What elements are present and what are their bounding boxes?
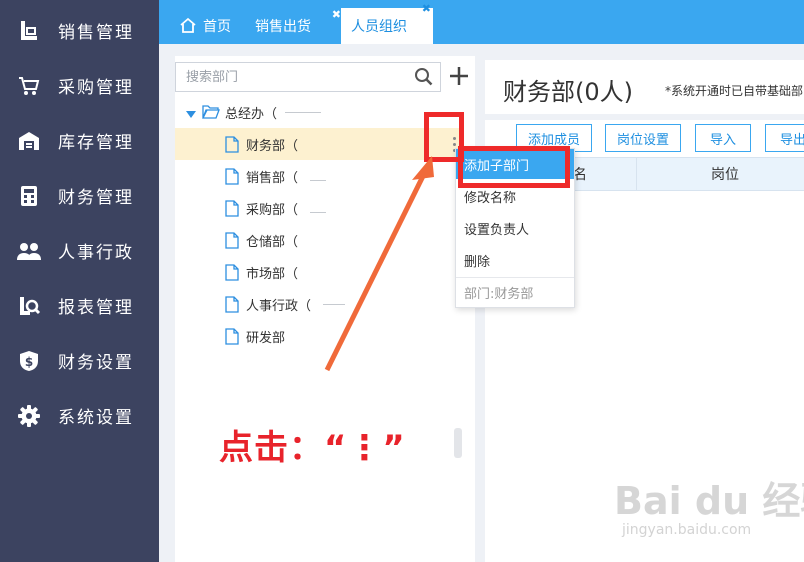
watermark-logo: Bai du 经验 jingyan.baidu.com <box>614 470 804 550</box>
watermark-main: Bai du 经验 <box>614 479 804 523</box>
annotation-text: 点击：“⋮” <box>219 428 406 468</box>
watermark-url: jingyan.baidu.com <box>622 522 752 538</box>
